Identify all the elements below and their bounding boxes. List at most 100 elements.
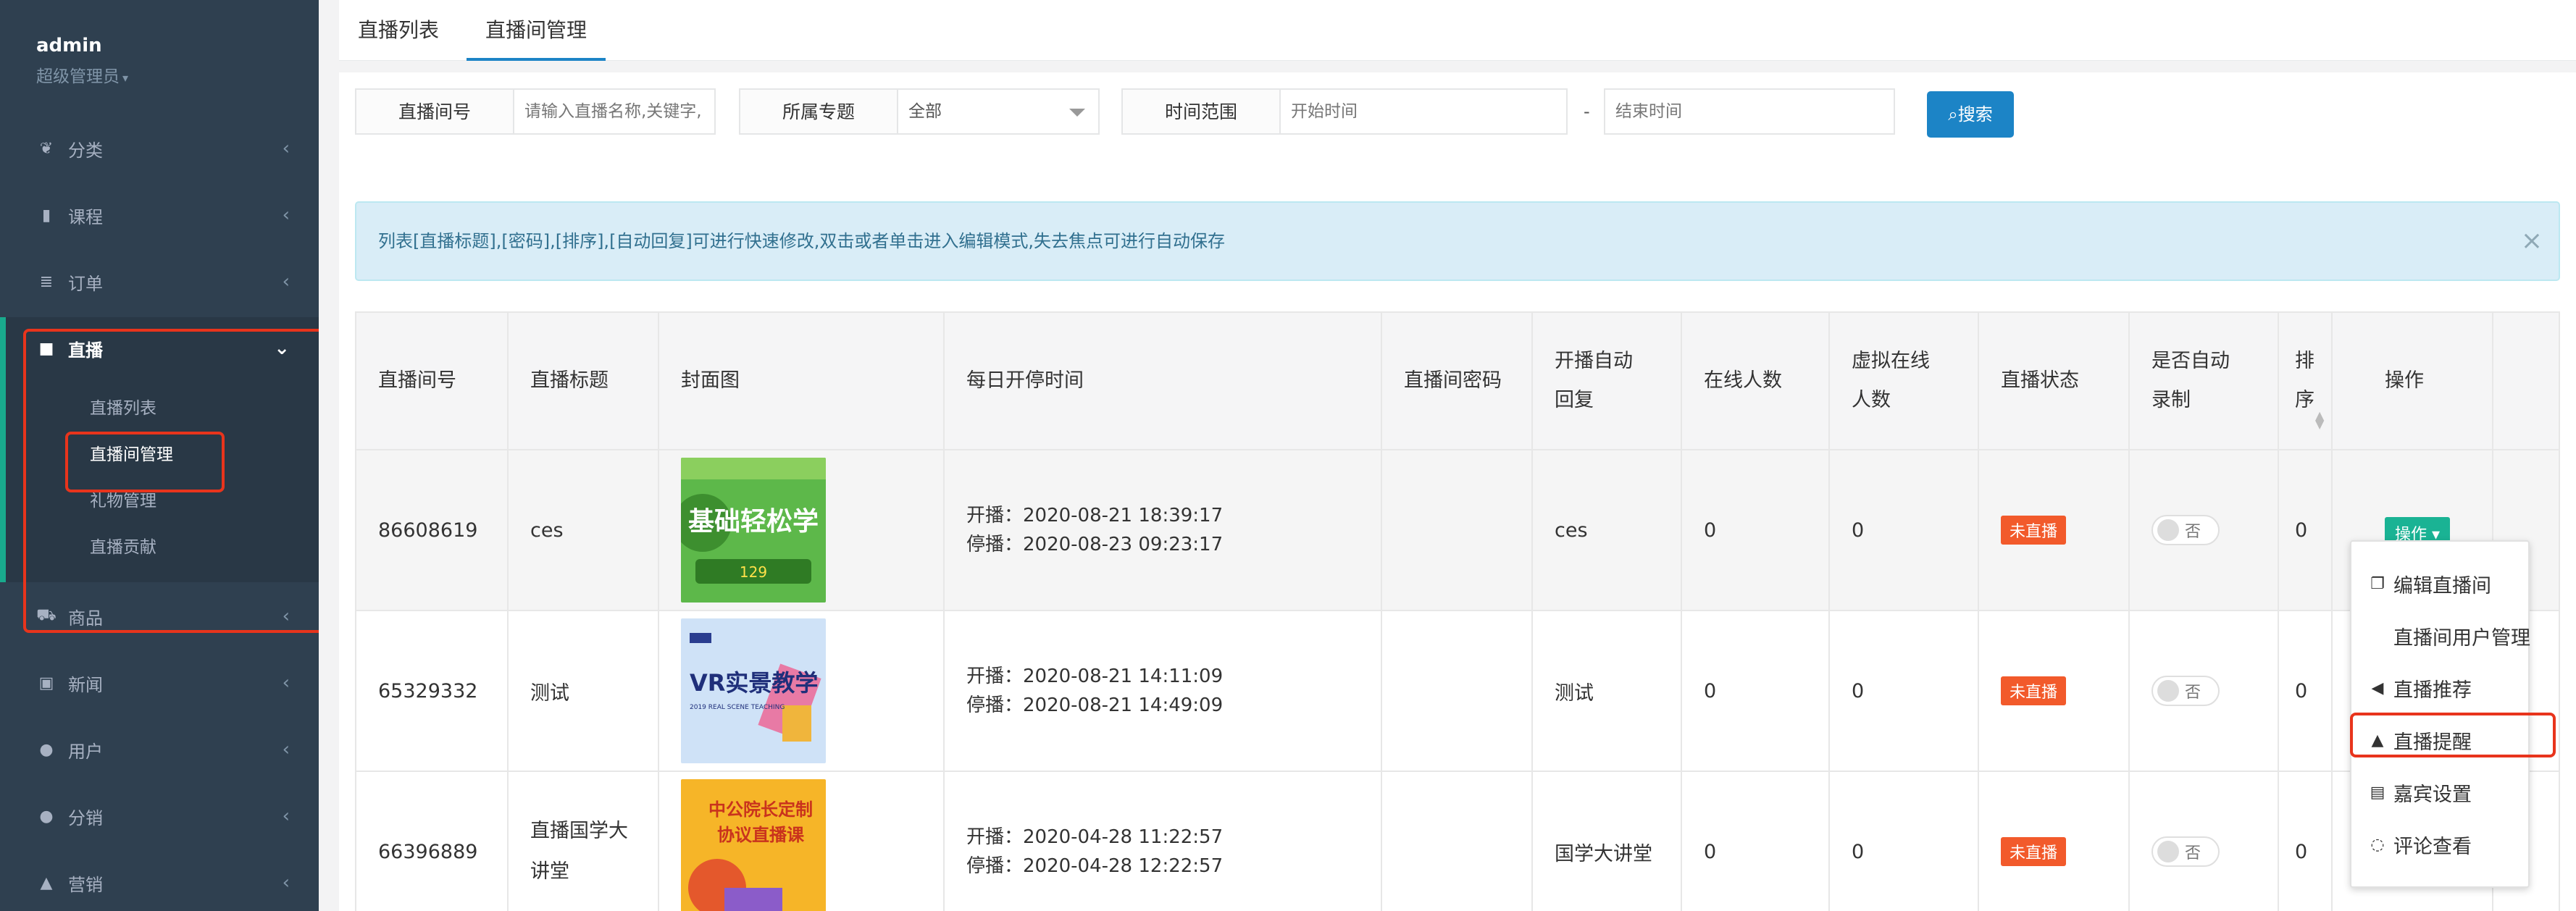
image-icon: ▣ xyxy=(38,673,54,692)
cover-price-text: 129 xyxy=(740,563,767,581)
header-ops: 操作 xyxy=(2333,313,2493,449)
stop-time-text: 停播：2020-04-28 12:22:57 xyxy=(966,855,1224,877)
sidebar-item-label: 分销 xyxy=(68,807,103,828)
start-time-input[interactable]: 开始时间 xyxy=(1279,88,1568,135)
header-daily-time: 每日开停时间 xyxy=(945,313,1382,449)
time-cell: 开播：2020-08-21 14:11:09 停播：2020-08-21 14:4… xyxy=(945,611,1382,771)
cover-cell: 中公院长定制 协议直播课 xyxy=(659,772,945,911)
tab-live-list[interactable]: 直播列表 xyxy=(339,0,458,61)
end-time-input[interactable]: 结束时间 xyxy=(1604,88,1895,135)
title-cell[interactable]: 测试 xyxy=(509,611,659,771)
sort-icon: ▲ ▼ xyxy=(2315,408,2325,431)
status-cell: 未直播 xyxy=(1979,611,2130,771)
password-cell[interactable] xyxy=(1382,611,1533,771)
virtual-online-cell: 0 xyxy=(1830,450,1979,610)
close-icon[interactable]: × xyxy=(2521,203,2543,280)
sidebar-item-marketing[interactable]: ▲ 营销 ‹ xyxy=(0,857,319,908)
menu-item-room-user-manage[interactable]: 直播间用户管理 xyxy=(2351,610,2531,662)
header-sort[interactable]: 排序 ▲ ▼ xyxy=(2279,313,2333,449)
alert-text: 列表[直播标题],[密码],[排序],[自动回复]可进行快速修改,双击或者单击进… xyxy=(378,231,1226,251)
chevron-left-icon: ‹ xyxy=(282,138,290,159)
users-icon: ● xyxy=(39,807,54,826)
menu-item-live-recommend[interactable]: ◀ 直播推荐 xyxy=(2351,662,2531,714)
menu-item-guest-settings[interactable]: ▤ 嘉宾设置 xyxy=(2351,766,2531,818)
time-cell: 开播：2020-08-21 18:39:17 停播：2020-08-23 09:2… xyxy=(945,450,1382,610)
cover-title-text: 基础轻松学 xyxy=(688,506,819,537)
sidebar-item-news[interactable]: ▣ 新闻 ‹ xyxy=(0,658,319,708)
header-sort-text: 排序 xyxy=(2295,350,2314,411)
auto-record-toggle[interactable]: 否 xyxy=(2151,676,2220,706)
id-card-icon: ▤ xyxy=(2370,783,2385,802)
room-no-cell: 65329332 xyxy=(356,611,509,771)
header-auto-record: 是否自动录制 xyxy=(2130,313,2279,449)
sort-cell[interactable]: 0 xyxy=(2279,450,2333,610)
header-auto-record-text: 是否自动录制 xyxy=(2151,350,2230,411)
user-profile[interactable]: admin 超级管理员 ▾ xyxy=(36,35,128,87)
room-no-cell: 86608619 xyxy=(356,450,509,610)
highlight-box-room-manage xyxy=(65,432,225,492)
topic-label: 所属专题 xyxy=(739,88,898,135)
toggle-label: 否 xyxy=(2185,684,2201,702)
main-area: 直播列表 直播间管理 直播间号 请输入直播名称,关键字, 所属专题 全部 时间范… xyxy=(319,0,2576,911)
topic-select-value: 全部 xyxy=(908,102,942,121)
header-room-no: 直播间号 xyxy=(356,313,509,449)
leaf-icon: ❦ xyxy=(39,139,54,158)
virtual-online-cell: 0 xyxy=(1830,772,1979,911)
header-auto-reply-text: 开播自动回复 xyxy=(1555,350,1633,411)
table-row[interactable]: 86608619 ces 基础轻松学 129 开播：2020-08-21 18:… xyxy=(356,450,2559,611)
auto-reply-cell[interactable]: ces xyxy=(1533,450,1682,610)
online-cell: 0 xyxy=(1682,611,1830,771)
header-virtual-online-text: 虚拟在线人数 xyxy=(1852,350,1930,411)
chevron-left-icon: ‹ xyxy=(282,739,290,760)
sort-cell[interactable]: 0 xyxy=(2279,611,2333,771)
search-button[interactable]: ⌕搜索 xyxy=(1927,91,2014,138)
auto-reply-cell[interactable]: 测试 xyxy=(1533,611,1682,771)
sidebar: admin 超级管理员 ▾ ❦ 分类 ‹ ▮ 课程 ‹ ≣ 订单 ‹ ■ 直播 ⌄… xyxy=(0,0,335,911)
online-cell: 0 xyxy=(1682,450,1830,610)
header-status: 直播状态 xyxy=(1979,313,2130,449)
menu-item-label: 嘉宾设置 xyxy=(2393,783,2472,806)
menu-item-label: 直播推荐 xyxy=(2393,679,2472,702)
room-no-placeholder: 请输入直播名称,关键字, xyxy=(524,102,702,121)
user-role-label: 超级管理员 xyxy=(36,67,120,86)
sidebar-item-label: 课程 xyxy=(68,206,103,227)
password-cell[interactable] xyxy=(1382,772,1533,911)
sidebar-item-category[interactable]: ❦ 分类 ‹ xyxy=(0,123,319,174)
virtual-online-cell: 0 xyxy=(1830,611,1979,771)
title-cell[interactable]: 直播国学大讲堂 xyxy=(509,772,659,911)
sidebar-item-order[interactable]: ≣ 订单 ‹ xyxy=(0,256,319,307)
search-icon: ⌕ xyxy=(1948,104,1958,125)
table-row[interactable]: 65329332 测试 VR实景教学 2019 REAL SCENE TEACH… xyxy=(356,611,2559,772)
chevron-left-icon: ‹ xyxy=(282,271,290,293)
sidebar-item-distribution[interactable]: ● 分销 ‹ xyxy=(0,791,319,841)
user-role-dropdown[interactable]: 超级管理员 ▾ xyxy=(36,62,128,87)
start-time-placeholder: 开始时间 xyxy=(1291,102,1358,121)
auto-record-toggle[interactable]: 否 xyxy=(2151,515,2220,545)
auto-record-toggle[interactable]: 否 xyxy=(2151,836,2220,867)
content-panel: 直播间号 请输入直播名称,关键字, 所属专题 全部 时间范围 开始时间 - 结束… xyxy=(339,72,2576,911)
status-badge: 未直播 xyxy=(2001,516,2067,545)
password-cell[interactable] xyxy=(1382,450,1533,610)
sidebar-item-course[interactable]: ▮ 课程 ‹ xyxy=(0,190,319,240)
sidebar-item-label: 新闻 xyxy=(68,674,103,695)
cover-cell: 基础轻松学 129 xyxy=(659,450,945,610)
auto-reply-cell[interactable]: 国学大讲堂 xyxy=(1533,772,1682,911)
title-cell[interactable]: ces xyxy=(509,450,659,610)
cover-image: 基础轻松学 129 xyxy=(681,458,826,603)
status-cell: 未直播 xyxy=(1979,450,2130,610)
start-time-text: 开播：2020-08-21 18:39:17 xyxy=(966,505,1224,526)
menu-item-edit-room[interactable]: ❐ 编辑直播间 xyxy=(2351,558,2531,610)
topic-select[interactable]: 全部 xyxy=(897,88,1100,135)
table-row[interactable]: 66396889 直播国学大讲堂 中公院长定制 协议直播课 开播：2020-04… xyxy=(356,772,2559,911)
book-icon: ▮ xyxy=(41,206,51,224)
online-cell: 0 xyxy=(1682,772,1830,911)
tab-live-room-manage[interactable]: 直播间管理 xyxy=(467,0,606,61)
sort-cell[interactable]: 0 xyxy=(2279,772,2333,911)
sidebar-item-label: 订单 xyxy=(68,273,103,294)
cover-subtitle-text: 2019 REAL SCENE TEACHING xyxy=(690,704,785,711)
menu-item-view-comments[interactable]: ◌ 评论查看 xyxy=(2351,818,2531,870)
highlight-box-live-reminder xyxy=(2350,713,2556,757)
sidebar-item-user[interactable]: ● 用户 ‹ xyxy=(0,724,319,775)
list-icon: ≣ xyxy=(39,272,54,291)
room-no-input[interactable]: 请输入直播名称,关键字, xyxy=(513,88,716,135)
